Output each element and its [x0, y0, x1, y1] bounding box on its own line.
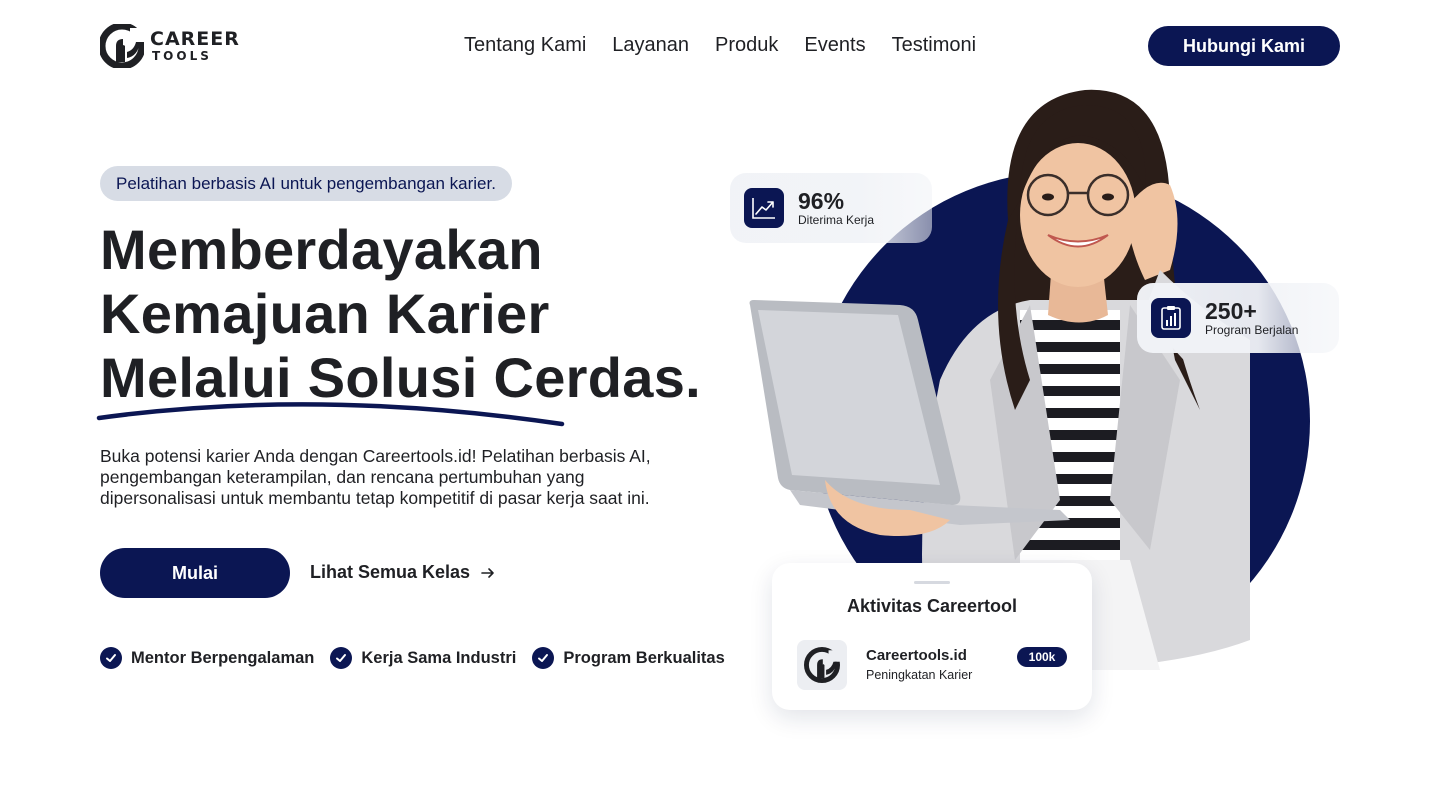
arrow-right-icon [481, 567, 494, 578]
check-icon [330, 647, 353, 669]
feature-item: Program Berkualitas [532, 647, 725, 669]
logo-line2: TOOLS [152, 49, 212, 63]
nav-tentang-kami[interactable]: Tentang Kami [464, 34, 586, 57]
view-all-classes-link[interactable]: Lihat Semua Kelas [310, 562, 496, 583]
clipboard-chart-icon [1151, 298, 1191, 338]
feature-list: Mentor Berpengalaman Kerja Sama Industri… [100, 647, 725, 669]
stat-value: 250+ [1205, 298, 1257, 324]
feature-label: Kerja Sama Industri [361, 648, 517, 667]
hero-badge: Pelatihan berbasis AI untuk pengembangan… [100, 166, 512, 201]
headline-line-1: Memberdayakan [100, 218, 543, 281]
stat-value: 96% [798, 188, 845, 214]
headline-underline [96, 402, 565, 427]
headline-line-2: Kemajuan Karier [100, 282, 550, 345]
activity-count-badge: 100k [1017, 647, 1067, 667]
activity-name: Careertools.id [866, 647, 967, 664]
feature-label: Mentor Berpengalaman [131, 648, 315, 667]
check-icon [100, 647, 122, 669]
hero-description: Buka potensi karier Anda dengan Careerto… [100, 446, 651, 508]
stat-label: Diterima Kerja [798, 213, 875, 227]
feature-item: Mentor Berpengalaman [100, 647, 314, 669]
nav-produk[interactable]: Produk [715, 34, 778, 57]
contact-button[interactable]: Hubungi Kami [1148, 26, 1340, 66]
main-nav: Tentang Kami Layanan Produk Events Testi… [464, 34, 976, 57]
stat-label: Program Berjalan [1205, 323, 1299, 337]
trend-chart-icon [744, 188, 784, 228]
check-icon [532, 647, 555, 669]
site-header: CAREER TOOLS Tentang Kami Layanan Produk… [0, 0, 1440, 92]
feature-label: Program Berkualitas [563, 648, 725, 667]
view-all-classes-label: Lihat Semua Kelas [310, 562, 471, 582]
start-button[interactable]: Mulai [100, 548, 290, 598]
hero-headline: Memberdayakan Kemajuan Karier Melalui So… [100, 218, 740, 410]
activity-card: Aktivitas Careertool Careertools.id Peni… [772, 563, 1092, 710]
activity-logo [797, 640, 847, 690]
stat-card-programs: 250+ Program Berjalan [1137, 283, 1339, 353]
nav-layanan[interactable]: Layanan [612, 34, 689, 57]
drag-handle[interactable] [914, 581, 950, 584]
nav-events[interactable]: Events [804, 34, 865, 57]
careertools-logo-icon [804, 647, 840, 683]
activity-title: Aktivitas Careertool [846, 596, 1018, 616]
nav-testimoni[interactable]: Testimoni [892, 34, 976, 57]
careertools-logo-icon [100, 24, 144, 68]
feature-item: Kerja Sama Industri [330, 647, 516, 669]
logo-line1: CAREER [150, 28, 240, 50]
activity-subtitle: Peningkatan Karier [866, 668, 973, 682]
logo[interactable]: CAREER TOOLS [100, 24, 240, 68]
stat-card-hired: 96% Diterima Kerja [730, 173, 932, 243]
